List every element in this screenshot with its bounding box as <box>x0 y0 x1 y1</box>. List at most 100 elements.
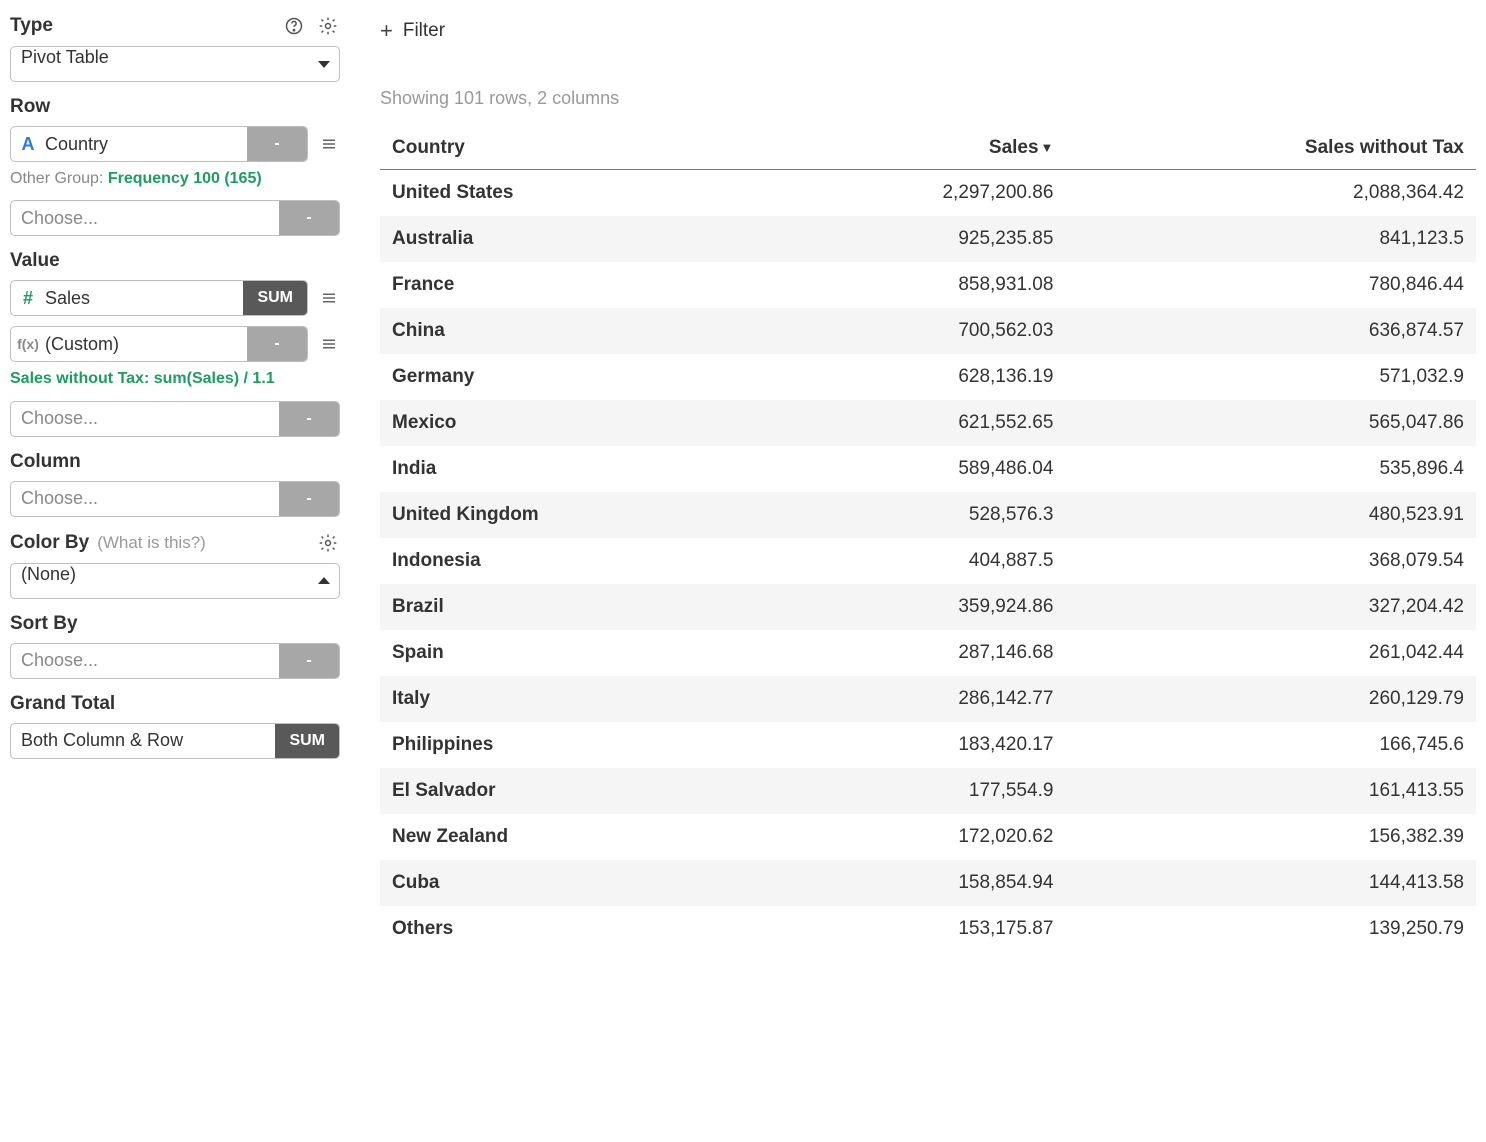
cell-sales: 404,887.5 <box>763 538 1066 584</box>
cell-country: New Zealand <box>380 814 763 860</box>
cell-sales-no-tax: 139,250.79 <box>1065 906 1476 952</box>
col-header-sales-no-tax[interactable]: Sales without Tax <box>1065 127 1476 170</box>
type-label: Type <box>10 15 53 37</box>
row-field-label: Country <box>45 127 247 161</box>
type-select[interactable]: Pivot Table <box>10 46 340 82</box>
col-header-country[interactable]: Country <box>380 127 763 170</box>
col-header-sales[interactable]: Sales▼ <box>763 127 1066 170</box>
table-row: Cuba158,854.94144,413.58 <box>380 860 1476 906</box>
color-by-select[interactable]: (None) <box>10 563 340 599</box>
cell-sales: 2,297,200.86 <box>763 170 1066 217</box>
value-field-custom-agg-button[interactable]: - <box>247 327 307 361</box>
cell-sales-no-tax: 161,413.55 <box>1065 768 1476 814</box>
cell-sales: 528,576.3 <box>763 492 1066 538</box>
grand-total-agg-button[interactable]: SUM <box>275 724 339 758</box>
row-field-agg-button[interactable]: - <box>247 127 307 161</box>
cell-sales: 621,552.65 <box>763 400 1066 446</box>
table-row: Philippines183,420.17166,745.6 <box>380 722 1476 768</box>
drag-handle-icon[interactable] <box>318 335 340 353</box>
cell-country: United Kingdom <box>380 492 763 538</box>
table-row: New Zealand172,020.62156,382.39 <box>380 814 1476 860</box>
column-choose[interactable]: Choose... - <box>10 481 340 517</box>
row-choose-agg-button[interactable]: - <box>279 201 339 235</box>
row-other-group-hint: Other Group: Frequency 100 (165) <box>10 168 340 190</box>
value-field-custom[interactable]: f(x) (Custom) - <box>10 326 308 362</box>
help-icon[interactable] <box>282 14 306 38</box>
row-choose[interactable]: Choose... - <box>10 200 340 236</box>
drag-handle-icon[interactable] <box>318 135 340 153</box>
gear-icon[interactable] <box>316 531 340 555</box>
cell-sales: 286,142.77 <box>763 676 1066 722</box>
cell-sales: 287,146.68 <box>763 630 1066 676</box>
cell-country: Spain <box>380 630 763 676</box>
sort-by-choose[interactable]: Choose... - <box>10 643 340 679</box>
column-choose-agg-button[interactable]: - <box>279 482 339 516</box>
cell-sales-no-tax: 480,523.91 <box>1065 492 1476 538</box>
cell-sales: 925,235.85 <box>763 216 1066 262</box>
main-content: + Filter Showing 101 rows, 2 columns Cou… <box>360 10 1476 952</box>
value-custom-expr: Sales without Tax: sum(Sales) / 1.1 <box>10 368 340 390</box>
table-row: Brazil359,924.86327,204.42 <box>380 584 1476 630</box>
cell-sales-no-tax: 636,874.57 <box>1065 308 1476 354</box>
value-choose[interactable]: Choose... - <box>10 401 340 437</box>
sort-by-label: Sort By <box>10 613 78 635</box>
value-choose-agg-button[interactable]: - <box>279 402 339 436</box>
cell-sales-no-tax: 261,042.44 <box>1065 630 1476 676</box>
cell-country: United States <box>380 170 763 217</box>
column-label: Column <box>10 451 81 473</box>
value-choose-placeholder: Choose... <box>11 402 279 436</box>
table-row: France858,931.08780,846.44 <box>380 262 1476 308</box>
add-filter-button[interactable]: + Filter <box>380 14 445 48</box>
cell-country: China <box>380 308 763 354</box>
table-row: Italy286,142.77260,129.79 <box>380 676 1476 722</box>
cell-sales-no-tax: 841,123.5 <box>1065 216 1476 262</box>
cell-country: Others <box>380 906 763 952</box>
text-type-icon: A <box>11 127 45 161</box>
cell-sales: 858,931.08 <box>763 262 1066 308</box>
drag-handle-icon[interactable] <box>318 289 340 307</box>
cell-sales: 172,020.62 <box>763 814 1066 860</box>
row-field-country[interactable]: A Country - <box>10 126 308 162</box>
cell-sales-no-tax: 144,413.58 <box>1065 860 1476 906</box>
cell-sales-no-tax: 156,382.39 <box>1065 814 1476 860</box>
table-row: China700,562.03636,874.57 <box>380 308 1476 354</box>
sort-by-choose-agg-button[interactable]: - <box>279 644 339 678</box>
cell-sales: 589,486.04 <box>763 446 1066 492</box>
rows-info: Showing 101 rows, 2 columns <box>380 88 1476 109</box>
table-row: India589,486.04535,896.4 <box>380 446 1476 492</box>
table-row: El Salvador177,554.9161,413.55 <box>380 768 1476 814</box>
table-row: Indonesia404,887.5368,079.54 <box>380 538 1476 584</box>
table-row: Germany628,136.19571,032.9 <box>380 354 1476 400</box>
plus-icon: + <box>380 18 393 44</box>
cell-sales-no-tax: 535,896.4 <box>1065 446 1476 492</box>
sort-desc-icon: ▼ <box>1041 140 1054 155</box>
gear-icon[interactable] <box>316 14 340 38</box>
value-field-agg-button[interactable]: SUM <box>243 281 307 315</box>
cell-sales-no-tax: 571,032.9 <box>1065 354 1476 400</box>
other-group-value[interactable]: Frequency 100 (165) <box>108 170 262 187</box>
row-label: Row <box>10 96 50 118</box>
cell-country: France <box>380 262 763 308</box>
table-row: Australia925,235.85841,123.5 <box>380 216 1476 262</box>
cell-country: Mexico <box>380 400 763 446</box>
value-field-sales[interactable]: # Sales SUM <box>10 280 308 316</box>
table-row: Spain287,146.68261,042.44 <box>380 630 1476 676</box>
grand-total-select[interactable]: Both Column & Row SUM <box>10 723 340 759</box>
cell-country: Brazil <box>380 584 763 630</box>
cell-country: Australia <box>380 216 763 262</box>
cell-sales: 183,420.17 <box>763 722 1066 768</box>
cell-sales-no-tax: 327,204.42 <box>1065 584 1476 630</box>
cell-country: Philippines <box>380 722 763 768</box>
cell-sales: 158,854.94 <box>763 860 1066 906</box>
cell-sales-no-tax: 565,047.86 <box>1065 400 1476 446</box>
cell-country: India <box>380 446 763 492</box>
table-row: Others153,175.87139,250.79 <box>380 906 1476 952</box>
filter-label: Filter <box>403 20 445 42</box>
color-by-value: (None) <box>11 564 309 598</box>
grand-total-label: Grand Total <box>10 693 115 715</box>
value-label: Value <box>10 250 60 272</box>
cell-sales-no-tax: 260,129.79 <box>1065 676 1476 722</box>
sort-by-choose-placeholder: Choose... <box>11 644 279 678</box>
cell-sales: 628,136.19 <box>763 354 1066 400</box>
color-by-hint[interactable]: (What is this?) <box>97 533 206 553</box>
